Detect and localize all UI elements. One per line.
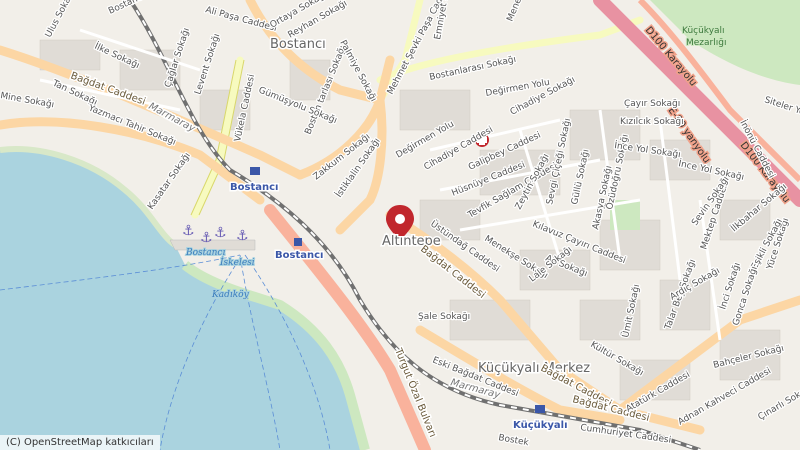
anchor-icon: ⚓	[182, 223, 195, 239]
street-label: Şale Sokağı	[418, 312, 470, 322]
map-view[interactable]: ⚓ ⚓ ⚓ ⚓ Bostancı Altıntepe Küçükyalı Mer…	[0, 0, 800, 450]
station-icon	[294, 238, 302, 246]
map-attribution[interactable]: (C) OpenStreetMap katkıcıları	[0, 435, 160, 450]
ferry-sub-label: İskelesi	[219, 256, 255, 268]
station-label: Küçükyalı	[513, 420, 568, 431]
place-label: Bostancı	[270, 37, 326, 52]
place-label: Altıntepe	[382, 234, 441, 249]
anchor-icon: ⚓	[236, 228, 249, 244]
street-label: Çayır Sokağı	[624, 99, 680, 109]
ferry-route-label: Kadıköy	[211, 290, 250, 300]
station-label: Bostancı	[275, 250, 323, 261]
anchor-icon: ⚓	[214, 225, 227, 241]
ferry-label: Bostancı	[185, 248, 225, 258]
station-label: Bostancı	[230, 182, 278, 193]
cemetery-label: Küçükyalı	[682, 26, 725, 36]
cemetery-label: Mezarlığı	[686, 38, 726, 48]
place-label: Küçükyalı Merkez	[478, 361, 590, 376]
anchor-icon: ⚓	[200, 230, 213, 246]
map-canvas[interactable]: ⚓ ⚓ ⚓ ⚓ Bostancı Altıntepe Küçükyalı Mer…	[0, 0, 800, 450]
street-label: Kızılcık Sokağı	[620, 117, 684, 127]
station-icon	[250, 167, 260, 175]
station-icon	[535, 405, 545, 413]
